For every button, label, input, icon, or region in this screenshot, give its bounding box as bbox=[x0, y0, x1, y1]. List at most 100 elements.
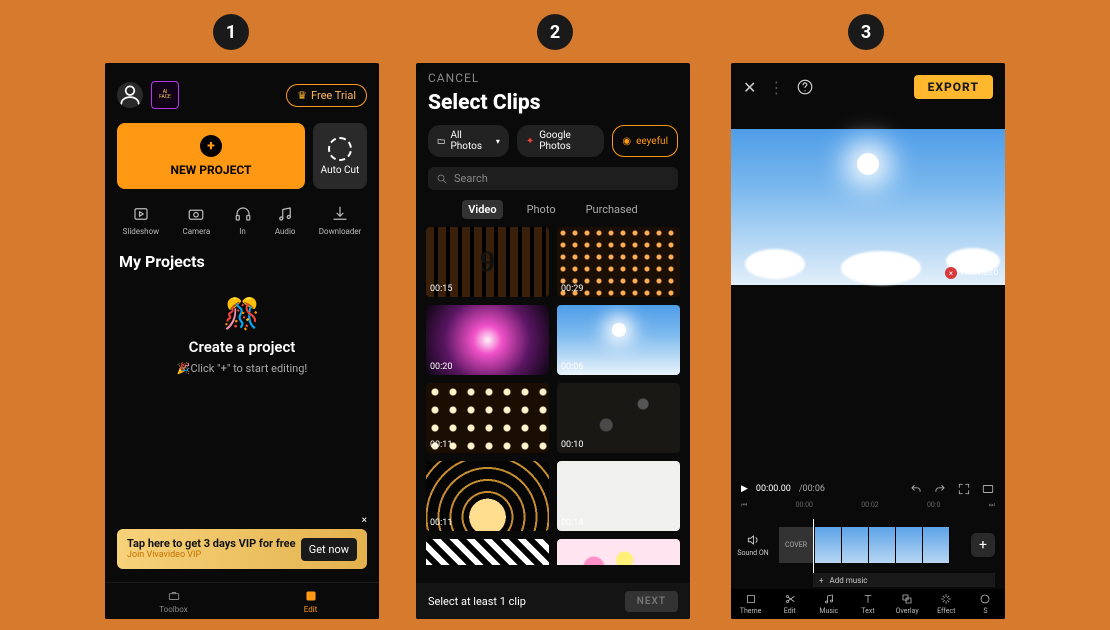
tool-in[interactable]: In bbox=[234, 205, 252, 236]
new-project-button[interactable]: + NEW PROJECT bbox=[117, 123, 305, 189]
ai-face-button[interactable]: AIFACE bbox=[151, 81, 179, 109]
music-icon bbox=[823, 593, 835, 605]
step-badge-2: 2 bbox=[537, 14, 573, 50]
tab-purchased[interactable]: Purchased bbox=[580, 200, 644, 219]
source-google-photos[interactable]: ✦ Google Photos bbox=[517, 125, 604, 157]
tool-downloader[interactable]: Downloader bbox=[319, 205, 362, 236]
free-trial-button[interactable]: ♛ Free Trial bbox=[286, 84, 367, 107]
slideshow-icon bbox=[132, 205, 150, 223]
clip-thumb[interactable]: 00:11 bbox=[426, 461, 549, 531]
free-trial-label: Free Trial bbox=[311, 89, 356, 102]
clip-thumb[interactable]: 00:29 bbox=[557, 227, 680, 297]
tool-overlay[interactable]: Overlay bbox=[888, 589, 927, 619]
clip-thumb[interactable]: 00:10 bbox=[557, 383, 680, 453]
theme-icon bbox=[745, 593, 757, 605]
search-input[interactable]: Search bbox=[428, 167, 678, 190]
play-button[interactable]: ▶ bbox=[741, 484, 748, 494]
plus-icon: + bbox=[819, 576, 824, 585]
redo-icon[interactable] bbox=[933, 482, 947, 496]
clip-track[interactable] bbox=[815, 527, 950, 563]
crown-icon: ♛ bbox=[297, 89, 307, 102]
toolbox-icon bbox=[167, 589, 181, 603]
clip-thumb[interactable]: 00:15 bbox=[426, 227, 549, 297]
timeline[interactable]: Sound ON COVER + bbox=[731, 517, 1005, 573]
cancel-button[interactable]: CANCEL bbox=[416, 63, 690, 85]
canvas: 1 2 3 AIFACE ♛ Free Trial + NEW PROJECT … bbox=[0, 0, 1110, 630]
chevron-down-icon: ▾ bbox=[496, 137, 500, 146]
export-button[interactable]: EXPORT bbox=[914, 75, 993, 99]
more-icon bbox=[979, 593, 991, 605]
tool-edit[interactable]: Edit bbox=[770, 589, 809, 619]
clip-thumb[interactable]: 00:20 bbox=[426, 305, 549, 375]
nav-edit[interactable]: Edit bbox=[242, 583, 379, 619]
remove-watermark-icon[interactable]: × bbox=[945, 267, 957, 279]
music-track[interactable]: + Add music bbox=[813, 573, 995, 587]
clip-thumb[interactable] bbox=[557, 539, 680, 565]
skip-end-icon[interactable]: ⏭ bbox=[989, 501, 995, 515]
tool-slideshow[interactable]: Slideshow bbox=[123, 205, 160, 236]
empty-subtitle: 🎉Click "+" to start editing! bbox=[177, 362, 307, 375]
fullscreen-icon[interactable] bbox=[957, 482, 971, 496]
empty-state: 🎊 Create a project 🎉Click "+" to start e… bbox=[105, 297, 379, 375]
user-icon bbox=[117, 82, 143, 108]
get-now-button[interactable]: Get now bbox=[301, 538, 357, 561]
plus-icon: + bbox=[200, 135, 222, 157]
video-preview[interactable]: × VIVAVIDEO bbox=[731, 129, 1005, 285]
vip-close-icon[interactable]: × bbox=[362, 515, 367, 526]
dot-icon: ◉ bbox=[622, 136, 631, 147]
tab-photo[interactable]: Photo bbox=[521, 200, 562, 219]
clip-thumb[interactable]: 00:11 bbox=[426, 383, 549, 453]
tool-music[interactable]: Music bbox=[809, 589, 848, 619]
confetti-icon: 🎊 bbox=[223, 297, 260, 332]
source-eeyeful[interactable]: ◉ eeyeful bbox=[612, 125, 678, 157]
cover-frame[interactable]: COVER bbox=[779, 527, 813, 563]
close-button[interactable]: ✕ bbox=[743, 78, 756, 97]
vip-banner[interactable]: × Tap here to get 3 days VIP for free Jo… bbox=[117, 529, 367, 569]
nav-toolbox[interactable]: Toolbox bbox=[105, 583, 242, 619]
time-ruler: ⏮ 00:00 00:02 00:0 ⏭ bbox=[731, 501, 1005, 515]
tab-video[interactable]: Video bbox=[462, 200, 502, 219]
screen-home: AIFACE ♛ Free Trial + NEW PROJECT Auto C… bbox=[105, 63, 379, 619]
text-icon bbox=[862, 593, 874, 605]
camera-icon bbox=[187, 205, 205, 223]
clip-thumb[interactable] bbox=[426, 539, 549, 565]
time-current: 00:00.00 bbox=[756, 484, 791, 494]
time-total: /00:06 bbox=[799, 484, 825, 494]
undo-icon[interactable] bbox=[909, 482, 923, 496]
source-all-photos[interactable]: All Photos ▾ bbox=[428, 125, 509, 157]
sound-toggle[interactable]: Sound ON bbox=[731, 533, 775, 557]
auto-cut-label: Auto Cut bbox=[321, 165, 360, 176]
vip-join: Join Vivavideo VIP bbox=[127, 550, 296, 561]
select-clips-title: Select Clips bbox=[416, 85, 690, 125]
edit-plus-icon bbox=[304, 589, 318, 603]
my-projects-heading: My Projects bbox=[105, 240, 379, 283]
search-icon bbox=[436, 173, 448, 185]
selection-hint: Select at least 1 clip bbox=[428, 595, 526, 608]
clip-thumb[interactable]: 00:14 bbox=[557, 461, 680, 531]
speaker-icon bbox=[746, 533, 760, 547]
screen-editor: ✕ ⋮ EXPORT × VIVAVIDEO ▶ 00:00.00 /00:06… bbox=[731, 63, 1005, 619]
tool-effect[interactable]: Effect bbox=[927, 589, 966, 619]
headphones-icon bbox=[234, 205, 252, 223]
vip-title: Tap here to get 3 days VIP for free bbox=[127, 537, 296, 550]
scissors-icon bbox=[784, 593, 796, 605]
new-project-label: NEW PROJECT bbox=[171, 163, 252, 177]
tool-more[interactable]: S bbox=[966, 589, 1005, 619]
help-icon[interactable] bbox=[796, 78, 814, 96]
overlay-icon bbox=[901, 593, 913, 605]
next-button[interactable]: NEXT bbox=[625, 591, 678, 612]
screen-select-clips: CANCEL Select Clips All Photos ▾ ✦ Googl… bbox=[416, 63, 690, 619]
aspect-icon[interactable] bbox=[981, 482, 995, 496]
tool-camera[interactable]: Camera bbox=[182, 205, 210, 236]
skip-start-icon[interactable]: ⏮ bbox=[741, 501, 747, 515]
folder-icon bbox=[437, 136, 445, 146]
avatar[interactable] bbox=[117, 82, 143, 108]
add-clip-button[interactable]: + bbox=[971, 533, 995, 557]
watermark[interactable]: × VIVAVIDEO bbox=[945, 267, 999, 279]
auto-cut-button[interactable]: Auto Cut bbox=[313, 123, 367, 189]
clip-thumb[interactable]: 00:06 bbox=[557, 305, 680, 375]
tool-text[interactable]: Text bbox=[848, 589, 887, 619]
tool-audio[interactable]: Audio bbox=[275, 205, 296, 236]
auto-cut-icon bbox=[328, 137, 352, 161]
tool-theme[interactable]: Theme bbox=[731, 589, 770, 619]
